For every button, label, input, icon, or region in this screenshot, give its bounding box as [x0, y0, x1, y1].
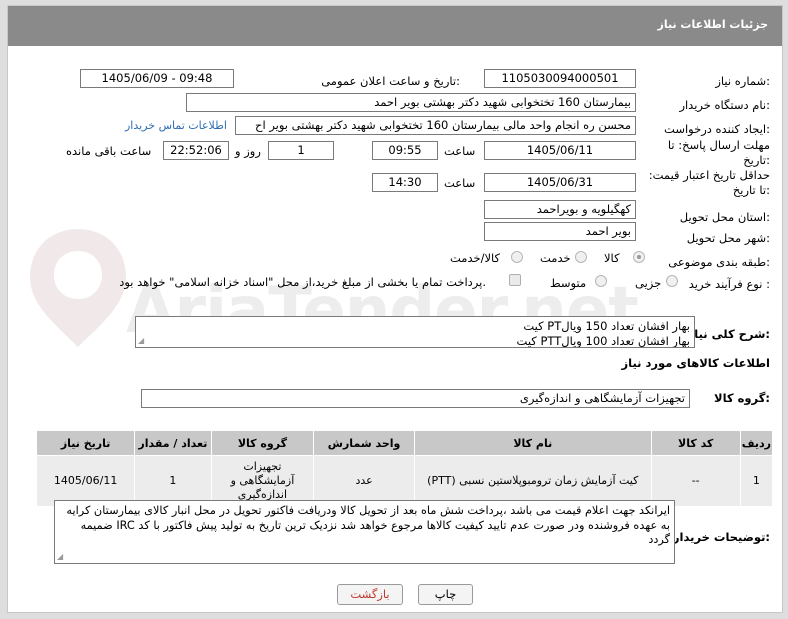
process-minor-radio[interactable]: [666, 275, 678, 287]
process-medium-radio[interactable]: [595, 275, 607, 287]
table-header-row: ردیف کد کالا نام کالا واحد شمارش گروه کا…: [35, 430, 774, 456]
col-header-name: نام کالا: [413, 430, 652, 456]
price-validity-label: حداقل تاریخ اعتبار قیمت: تا تاریخ:: [648, 168, 770, 197]
process-label: نوع فرآیند خرید :: [688, 277, 770, 291]
reply-time-label: ساعت: [444, 144, 476, 158]
buyer-org-field: بیمارستان 160 تختخوابی شهید دکتر بهشتی ب…: [186, 93, 636, 112]
summary-label: شرح کلی نیاز:: [687, 327, 770, 341]
process-minor-text: جزیی: [635, 276, 662, 290]
need-number-label: شماره نیاز:: [715, 74, 770, 88]
goods-info-title: اطلاعات کالاهای مورد نیاز: [621, 356, 770, 370]
buyer-org-label: نام دستگاه خریدار:: [679, 98, 770, 112]
category-label: طبقه بندی موضوعی:: [668, 255, 770, 269]
cell-name: کیت آزمایش زمان ترومبوپلاستین نسبی (PTT): [413, 455, 652, 507]
table-row: 1 -- کیت آزمایش زمان ترومبوپلاستین نسبی …: [35, 455, 774, 507]
category-goods-service-radio[interactable]: [511, 251, 523, 263]
back-button[interactable]: بازگشت: [337, 584, 403, 605]
cell-group: تجهیزات آزمایشگاهی و اندازه‌گیری: [210, 455, 315, 507]
category-goods-radio[interactable]: [633, 251, 645, 263]
buyer-notes-label: توضیحات خریدار:: [672, 530, 770, 544]
process-medium-text: متوسط: [550, 276, 587, 290]
validity-date-field: 1405/06/31: [484, 173, 636, 192]
remaining-time-field: 22:52:06: [163, 141, 229, 160]
reply-days-field: 1: [268, 141, 334, 160]
buyer-notes-textarea[interactable]: ایرانکد جهت اعلام قیمت می باشد ،پرداخت ش…: [54, 500, 675, 564]
panel-header: جزئیات اطلاعات نیاز: [8, 6, 782, 46]
treasury-text: پرداخت تمام یا بخشی از مبلغ خرید،از محل …: [119, 275, 486, 289]
panel-title: جزئیات اطلاعات نیاز: [657, 18, 769, 31]
col-header-qty: تعداد / مقدار: [134, 430, 212, 456]
province-field: کهگیلویه و بویراحمد: [484, 200, 636, 219]
col-header-group: گروه کالا: [210, 430, 315, 456]
announce-field: 1405/06/09 - 09:48: [80, 69, 234, 88]
category-goods-service-text: کالا/خدمت: [450, 251, 501, 265]
reply-time-field: 09:55: [372, 141, 438, 160]
goods-table: ردیف کد کالا نام کالا واحد شمارش گروه کا…: [35, 430, 774, 507]
watermark-logo-icon: [30, 229, 126, 347]
treasury-checkbox[interactable]: [509, 274, 521, 286]
details-panel: جزئیات اطلاعات نیاز AriaTender.net شماره…: [7, 5, 783, 613]
city-label: شهر محل تحویل:: [686, 231, 770, 245]
goods-group-field: تجهیزات آزمایشگاهی و اندازه‌گیری: [141, 389, 690, 408]
cell-unit: عدد: [313, 455, 415, 507]
goods-group-label: گروه کالا:: [714, 391, 770, 405]
category-service-radio[interactable]: [575, 251, 587, 263]
validity-time-label: ساعت: [444, 176, 476, 190]
cell-row: 1: [739, 455, 774, 507]
col-header-date: تاریخ نیاز: [35, 430, 136, 456]
print-button[interactable]: چاپ: [418, 584, 473, 605]
cell-qty: 1: [134, 455, 212, 507]
reply-days-label: روز و: [235, 144, 261, 158]
col-header-row: ردیف: [739, 430, 774, 456]
reply-deadline-label: مهلت ارسال پاسخ: تا تاریخ:: [667, 138, 770, 167]
cell-code: --: [650, 455, 741, 507]
summary-line-2: کیت PTTبهار افشان تعداد 100 ویال: [516, 334, 690, 348]
summary-line-1: کیت PTبهار افشان تعداد 150 ویال: [523, 319, 690, 333]
summary-textarea[interactable]: کیت PTبهار افشان تعداد 150 ویال کیت PTTب…: [135, 316, 695, 348]
buyer-notes-text: ایرانکد جهت اعلام قیمت می باشد ،پرداخت ش…: [66, 504, 670, 546]
resize-grip-icon[interactable]: ◢: [138, 337, 144, 345]
reply-date-field: 1405/06/11: [484, 141, 636, 160]
announce-label: تاریخ و ساعت اعلان عمومی:: [321, 74, 460, 88]
col-header-code: کد کالا: [650, 430, 741, 456]
province-label: استان محل تحویل:: [679, 210, 770, 224]
category-goods-text: کالا: [604, 251, 620, 265]
requester-field: محسن ره انجام واحد مالی بیمارستان 160 تخ…: [235, 116, 636, 135]
requester-label: ایجاد کننده درخواست:: [664, 122, 770, 136]
remaining-time-label: ساعت باقی مانده: [66, 144, 152, 158]
notes-resize-grip-icon[interactable]: ◢: [57, 553, 63, 561]
city-field: بویر احمد: [484, 222, 636, 241]
category-service-text: خدمت: [540, 251, 571, 265]
cell-date: 1405/06/11: [35, 455, 136, 507]
need-number-field: 1105030094000501: [484, 69, 636, 88]
buyer-contact-link[interactable]: اطلاعات تماس خریدار: [125, 119, 227, 132]
validity-time-field: 14:30: [372, 173, 438, 192]
col-header-unit: واحد شمارش: [313, 430, 415, 456]
